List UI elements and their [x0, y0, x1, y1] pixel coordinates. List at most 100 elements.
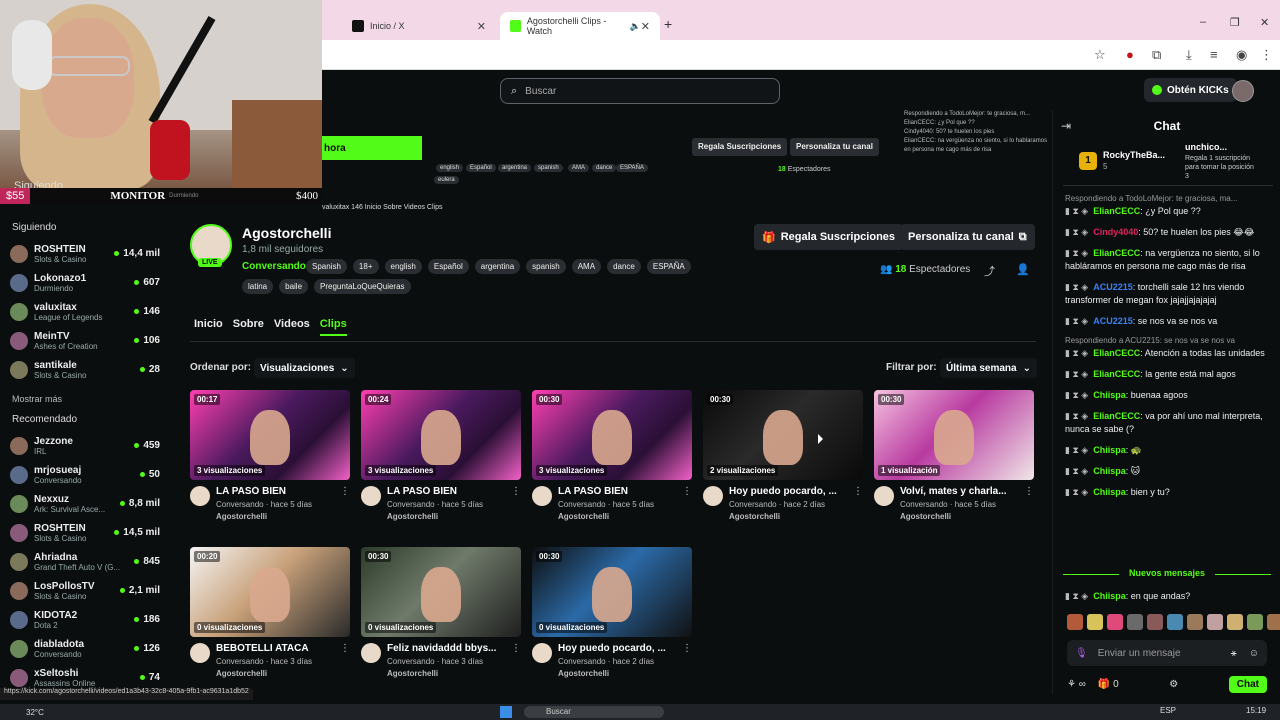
emoji-icon[interactable]: ☺	[1249, 648, 1259, 659]
translate-icon[interactable]: ⚹	[1231, 648, 1237, 659]
follow-button-partial[interactable]: hora	[322, 136, 422, 160]
emote-icon[interactable]	[1107, 614, 1123, 630]
clip-channel[interactable]: Agostorchelli	[900, 512, 1012, 521]
filter-dropdown[interactable]: Última semana ⌄	[940, 358, 1037, 378]
clip-channel-avatar[interactable]	[361, 643, 381, 663]
taskbar-search[interactable]: Buscar	[524, 706, 664, 718]
chat-username[interactable]: ACU2215	[1093, 316, 1133, 326]
clip-card[interactable]: 00:30 2 visualizaciones Hoy puedo pocardo,…	[703, 390, 863, 521]
more-options-icon[interactable]: ⋮	[1024, 486, 1034, 521]
clip-channel-avatar[interactable]	[532, 643, 552, 663]
media-icon[interactable]: ≡	[1210, 47, 1218, 62]
more-options-icon[interactable]: ⋮	[340, 486, 350, 521]
menu-icon[interactable]: ⋮	[1260, 47, 1273, 63]
speaker-icon[interactable]: 🔈	[630, 21, 641, 32]
close-icon[interactable]: ✕	[641, 20, 650, 33]
new-tab-button[interactable]: +	[664, 16, 672, 32]
emote-icon[interactable]	[1147, 614, 1163, 630]
clip-title[interactable]: Feliz navidaddd bbys...	[387, 643, 499, 654]
channel-tag[interactable]: PreguntaLoQueQuieras	[314, 279, 411, 294]
more-options-icon[interactable]: ⋮	[340, 643, 350, 678]
tab-inicio[interactable]: Inicio	[194, 318, 223, 336]
clip-thumbnail[interactable]: 00:30 3 visualizaciones	[532, 390, 692, 480]
chat-username[interactable]: Chiispa	[1093, 487, 1126, 497]
profile-icon[interactable]: ◉	[1236, 47, 1247, 63]
more-options-icon[interactable]: ⋮	[511, 643, 521, 678]
chat-username[interactable]: ElianCECC	[1093, 206, 1140, 216]
channel-tag[interactable]: Español	[427, 259, 469, 274]
sidebar-channel-item[interactable]: Ahriadna Grand Theft Auto V (G... 845	[10, 547, 160, 576]
clip-title[interactable]: Volví, mates y charla...	[900, 486, 1012, 497]
clip-thumbnail[interactable]: 00:30 0 visualizaciones	[361, 547, 521, 637]
sidebar-channel-item[interactable]: mrjosueaj Conversando 50	[10, 460, 160, 489]
clip-channel[interactable]: Agostorchelli	[387, 512, 499, 521]
sidebar-channel-item[interactable]: santikale Slots & Casino 28	[10, 355, 160, 384]
clip-title[interactable]: LA PASÓ BIEN	[387, 486, 499, 497]
settings-icon[interactable]: ⚙	[1169, 679, 1178, 690]
maximize-button[interactable]: ❐	[1230, 16, 1240, 29]
sidebar-channel-item[interactable]: ROSHTEIN Slots & Casino 14,4 mil	[10, 239, 160, 268]
sidebar-channel-item[interactable]: KIDOTA2 Dota 2 186	[10, 605, 160, 634]
clip-channel[interactable]: Agostorchelli	[558, 669, 670, 678]
clip-thumbnail[interactable]: 00:30 0 visualizaciones	[532, 547, 692, 637]
emote-icon[interactable]	[1187, 614, 1203, 630]
gift-subs-button[interactable]: 🎁 Regala Suscripciones	[754, 224, 904, 250]
new-messages-divider[interactable]: Nuevos mensajes	[1063, 568, 1271, 578]
chat-username[interactable]: ACU2215	[1093, 282, 1133, 292]
tab-sobre[interactable]: Sobre	[233, 318, 264, 336]
clip-thumbnail[interactable]: 00:17 3 visualizaciones	[190, 390, 350, 480]
clip-title[interactable]: LA PASÓ BIEN	[558, 486, 670, 497]
puzzle-icon[interactable]: ⧉	[1152, 47, 1161, 63]
mic-icon[interactable]: 🎙	[1075, 648, 1088, 659]
sidebar-channel-item[interactable]: ROSHTEIN Slots & Casino 14,5 mil	[10, 518, 160, 547]
send-chat-button[interactable]: Chat	[1228, 675, 1267, 693]
share-icon[interactable]: ⤴	[984, 263, 995, 279]
chat-username[interactable]: ElianCECC	[1093, 348, 1140, 358]
extension-icon[interactable]: ●	[1126, 47, 1134, 62]
more-options-icon[interactable]: ⋮	[511, 486, 521, 521]
clip-channel[interactable]: Agostorchelli	[216, 512, 328, 521]
clip-channel-avatar[interactable]	[361, 486, 381, 506]
chat-username[interactable]: Chiispa	[1093, 591, 1126, 601]
channel-tag[interactable]: latina	[242, 279, 274, 294]
chat-input[interactable]: 🎙 Enviar un mensaje ⚹ ☺	[1067, 640, 1267, 666]
customize-channel-button[interactable]: Personaliza tu canal ⧉	[900, 224, 1035, 250]
chat-username[interactable]: Cindy4040	[1093, 227, 1138, 237]
clip-channel[interactable]: Agostorchelli	[558, 512, 670, 521]
emote-icon[interactable]	[1227, 614, 1243, 630]
clip-card[interactable]: 00:30 0 visualizaciones Feliz navidaddd bb…	[361, 547, 521, 678]
user-add-icon[interactable]: 👤	[1016, 263, 1030, 276]
star-icon[interactable]: ☆	[1094, 47, 1106, 63]
clip-thumbnail[interactable]: 00:30 1 visualización	[874, 390, 1034, 480]
channel-tag[interactable]: Spanish	[306, 259, 347, 274]
language-indicator[interactable]: ESP	[1160, 706, 1176, 715]
clip-thumbnail[interactable]: 00:24 3 visualizaciones	[361, 390, 521, 480]
search-input[interactable]: ⌕ Buscar	[500, 78, 780, 104]
weather-temp[interactable]: 32°C	[26, 708, 44, 717]
clip-channel-avatar[interactable]	[703, 486, 723, 506]
close-icon[interactable]: ✕	[477, 20, 486, 33]
get-kicks-button[interactable]: Obtén KICKs	[1144, 78, 1237, 102]
emote-icon[interactable]	[1127, 614, 1143, 630]
emote-icon[interactable]	[1267, 614, 1280, 630]
chat-username[interactable]: ElianCECC	[1093, 411, 1140, 421]
chat-username[interactable]: ElianCECC	[1093, 369, 1140, 379]
clip-card[interactable]: 00:30 3 visualizaciones LA PASÓ BIEN Conver…	[532, 390, 692, 521]
minimize-button[interactable]: –	[1200, 16, 1206, 28]
emote-icon[interactable]	[1087, 614, 1103, 630]
chat-username[interactable]: ElianCECC	[1093, 248, 1140, 258]
emote-icon[interactable]	[1247, 614, 1263, 630]
community-icon[interactable]: ⚘ ∞	[1067, 679, 1086, 690]
tab-videos[interactable]: Videos	[274, 318, 310, 336]
clip-title[interactable]: Hoy puedo pocardo, ...	[729, 486, 841, 497]
clip-thumbnail[interactable]: 00:20 0 visualizaciones	[190, 547, 350, 637]
sort-dropdown[interactable]: Visualizaciones ⌄	[254, 358, 355, 378]
show-more-link[interactable]: Mostrar más	[12, 394, 158, 404]
more-options-icon[interactable]: ⋮	[682, 486, 692, 521]
channel-tag[interactable]: baile	[279, 279, 309, 294]
clip-title[interactable]: LA PASÓ BIEN	[216, 486, 328, 497]
channel-tag[interactable]: english	[384, 259, 422, 274]
close-window-button[interactable]: ✕	[1260, 16, 1269, 29]
clock[interactable]: 15:19	[1246, 706, 1266, 715]
download-icon[interactable]: ⤓	[1186, 47, 1192, 63]
